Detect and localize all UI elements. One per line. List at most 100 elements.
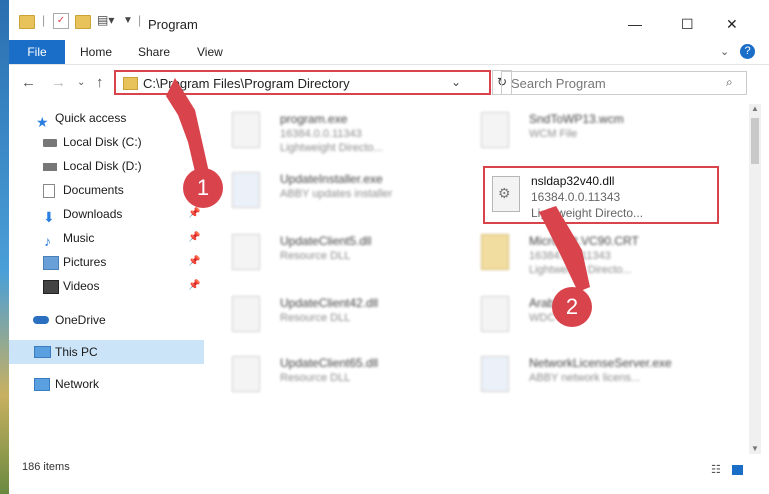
list-item[interactable]: SndToWP13.wcm WCM File bbox=[463, 106, 698, 162]
status-item-count: 186 items bbox=[22, 461, 70, 473]
search-placeholder[interactable]: Search Program bbox=[511, 76, 606, 91]
properties-icon[interactable]: ✓ bbox=[53, 13, 69, 29]
pin-icon[interactable]: 📌 bbox=[188, 274, 200, 298]
file-detail: WDC bbox=[529, 312, 556, 324]
file-description: Lightweight Directo... bbox=[531, 206, 644, 220]
separator-icon: | bbox=[138, 13, 142, 27]
sidebar-item-label: Pictures bbox=[63, 255, 107, 269]
sidebar-item-documents[interactable]: Documents bbox=[9, 178, 204, 202]
sidebar-item-label: Downloads bbox=[63, 207, 123, 221]
recent-chevron-icon[interactable]: ⌄ bbox=[77, 77, 85, 88]
star-icon: ★ bbox=[36, 114, 49, 130]
file-detail: Resource DLL bbox=[280, 250, 351, 262]
navigation-bar: ← → ⌄ ↑ C:\Program Files\Program Directo… bbox=[9, 68, 769, 98]
sidebar-item-music[interactable]: ♪ Music 📌 bbox=[9, 226, 204, 250]
dropdown-arrow-icon[interactable]: ▼ bbox=[123, 15, 133, 26]
address-bar[interactable]: C:\Program Files\Program Directory ⌄ bbox=[114, 70, 491, 95]
file-icon bbox=[232, 296, 260, 332]
file-name: Microsoft.VC90.CRT bbox=[529, 234, 639, 248]
sidebar-item-videos[interactable]: Videos 📌 bbox=[9, 274, 204, 298]
sidebar-item-label: Videos bbox=[63, 279, 100, 293]
ribbon-expand-icon[interactable]: ⌄ bbox=[720, 40, 729, 64]
address-path[interactable]: C:\Program Files\Program Directory bbox=[143, 76, 350, 91]
separator-icon: | bbox=[42, 13, 46, 27]
file-name: UpdateClient42.dll bbox=[280, 296, 379, 310]
sidebar-item-label: OneDrive bbox=[55, 313, 106, 327]
list-item[interactable]: Microsoft.VC90.CRT 16384.0.0.11343 Light… bbox=[463, 228, 698, 284]
file-name: NetworkLicenseServer.exe bbox=[529, 356, 672, 370]
list-item[interactable]: UpdateClient65.dll Resource DLL bbox=[214, 350, 449, 406]
tab-share[interactable]: Share bbox=[138, 40, 170, 64]
folder-icon bbox=[481, 234, 509, 270]
help-icon[interactable]: ? bbox=[740, 44, 755, 59]
new-folder-icon[interactable] bbox=[75, 15, 91, 29]
sidebar-item-downloads[interactable]: ⬇ Downloads 📌 bbox=[9, 202, 204, 226]
sidebar-item-onedrive[interactable]: OneDrive bbox=[9, 308, 204, 332]
vertical-scrollbar[interactable]: ▲ ▼ bbox=[749, 104, 761, 454]
search-box[interactable]: Search Program ⌕ bbox=[501, 71, 747, 95]
list-item[interactable]: NetworkLicenseServer.exe ABBY network li… bbox=[463, 350, 698, 406]
highlighted-file[interactable]: ⚙ nsldap32v40.dll 16384.0.0.11343 Lightw… bbox=[483, 166, 719, 224]
sidebar-item-pictures[interactable]: Pictures 📌 bbox=[9, 250, 204, 274]
details-view-icon[interactable]: ☷ bbox=[711, 464, 721, 476]
sidebar-item-quick-access[interactable]: ★ Quick access bbox=[9, 106, 204, 130]
cloud-icon bbox=[33, 316, 49, 324]
documents-icon bbox=[43, 184, 55, 198]
file-detail: ABBY network licens... bbox=[529, 372, 641, 384]
list-item[interactable]: UpdateInstaller.exe ABBY updates install… bbox=[214, 166, 449, 222]
file-icon bbox=[481, 296, 509, 332]
navigation-pane: ★ Quick access Local Disk (C:) Local Dis… bbox=[9, 104, 204, 454]
file-icon bbox=[232, 356, 260, 392]
file-detail: Resource DLL bbox=[280, 312, 351, 324]
scroll-down-icon[interactable]: ▼ bbox=[751, 444, 759, 453]
sidebar-item-label: Local Disk (C:) bbox=[63, 135, 142, 149]
window-title: Program bbox=[148, 17, 198, 32]
sidebar-item-local-disk-d[interactable]: Local Disk (D:) bbox=[9, 154, 204, 178]
file-icon bbox=[232, 112, 260, 148]
file-name: nsldap32v40.dll bbox=[531, 174, 615, 188]
drive-icon bbox=[43, 139, 57, 147]
forward-arrow-icon[interactable]: → bbox=[51, 74, 66, 91]
file-name: UpdateInstaller.exe bbox=[280, 172, 383, 186]
up-arrow-icon[interactable]: ↑ bbox=[96, 74, 104, 91]
list-item[interactable]: program.exe 16384.0.0.11343 Lightweight … bbox=[214, 106, 449, 162]
address-dropdown-icon[interactable]: ⌄ bbox=[451, 75, 461, 89]
file-name: program.exe bbox=[280, 112, 348, 126]
file-detail: Resource DLL bbox=[280, 372, 351, 384]
list-item[interactable]: UpdateClient42.dll Resource DLL bbox=[214, 290, 449, 346]
folder-icon bbox=[19, 15, 35, 29]
tab-file[interactable]: File bbox=[9, 40, 65, 64]
pin-icon[interactable]: 📌 bbox=[188, 250, 200, 274]
back-arrow-icon[interactable]: ← bbox=[21, 74, 36, 91]
music-icon: ♪ bbox=[44, 233, 51, 249]
sidebar-item-local-disk-c[interactable]: Local Disk (C:) bbox=[9, 130, 204, 154]
explorer-window: | ✓ ▤▾ ▼ | Program — ☐ ✕ File Home Share… bbox=[9, 0, 769, 494]
file-icon bbox=[232, 172, 260, 208]
pin-icon[interactable]: 📌 bbox=[188, 226, 200, 250]
file-detail: Lightweight Directo... bbox=[529, 264, 632, 276]
pc-icon bbox=[34, 346, 51, 358]
close-button[interactable]: ✕ bbox=[726, 16, 738, 33]
maximize-button[interactable]: ☐ bbox=[681, 16, 694, 33]
customize-toolbar-icon[interactable]: ▤▾ bbox=[97, 13, 114, 27]
file-name: SndToWP13.wcm bbox=[529, 112, 624, 126]
sidebar-item-this-pc[interactable]: This PC bbox=[9, 340, 204, 364]
pictures-icon bbox=[43, 256, 59, 270]
step-badge-2: 2 bbox=[552, 287, 592, 327]
list-item[interactable]: UpdateClient5.dll Resource DLL bbox=[214, 228, 449, 284]
file-detail: Lightweight Directo... bbox=[280, 142, 383, 154]
sidebar-item-network[interactable]: Network bbox=[9, 372, 204, 396]
tab-home[interactable]: Home bbox=[80, 40, 112, 64]
file-detail: WCM File bbox=[529, 128, 578, 140]
scroll-up-icon[interactable]: ▲ bbox=[751, 104, 759, 113]
sidebar-item-label: Network bbox=[55, 377, 100, 391]
scroll-thumb[interactable] bbox=[751, 118, 759, 164]
tab-view[interactable]: View bbox=[197, 40, 223, 64]
file-icon bbox=[481, 356, 509, 392]
view-toggle: ☷ bbox=[711, 463, 743, 476]
large-icons-view-icon[interactable] bbox=[731, 465, 743, 476]
file-icon bbox=[481, 112, 509, 148]
minimize-button[interactable]: — bbox=[628, 16, 642, 32]
search-icon[interactable]: ⌕ bbox=[726, 75, 733, 90]
file-name: UpdateClient5.dll bbox=[280, 234, 372, 248]
